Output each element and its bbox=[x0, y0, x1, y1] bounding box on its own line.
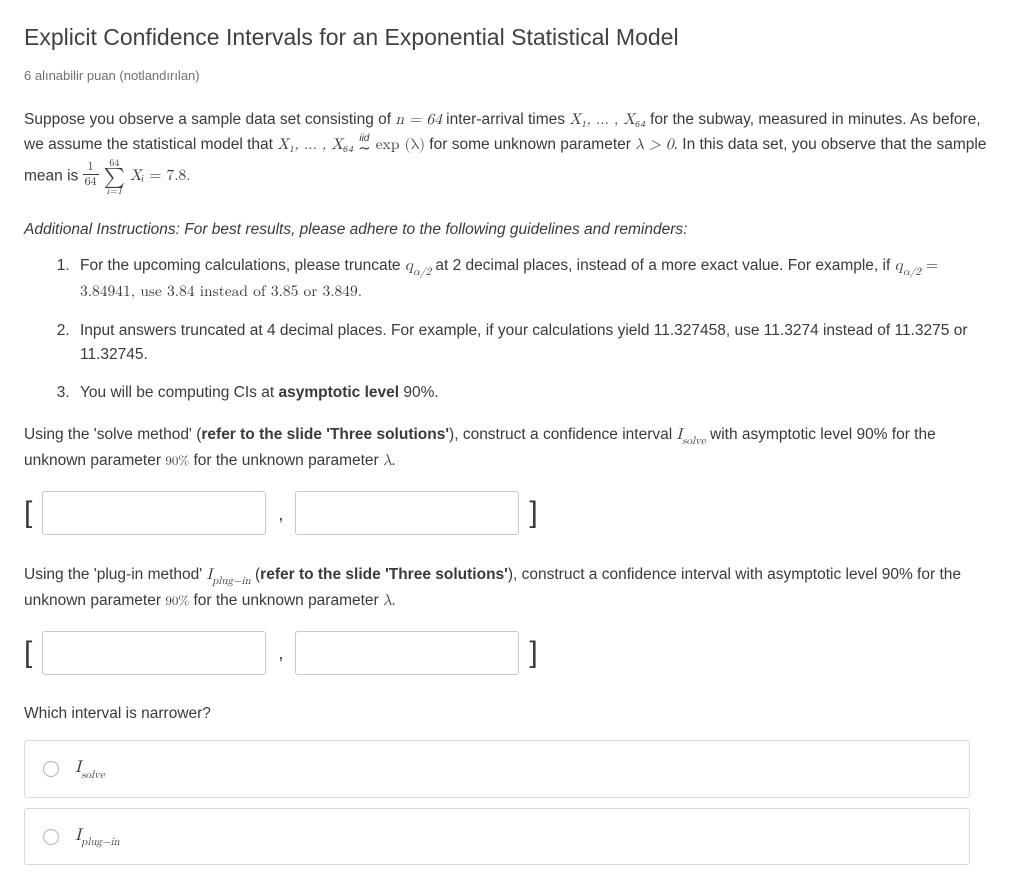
problem-statement: Suppose you observe a sample data set co… bbox=[24, 108, 991, 474]
radio-option-plugin[interactable]: Iplug−in bbox=[24, 808, 970, 865]
radio-option-solve[interactable]: Isolve bbox=[24, 740, 970, 797]
page-title: Explicit Confidence Intervals for an Exp… bbox=[24, 20, 991, 56]
radio-plugin-input[interactable] bbox=[43, 829, 59, 845]
math-lambda-cond: λ > 0 bbox=[635, 138, 673, 153]
plugin-interval-row: [ , ] bbox=[24, 630, 991, 677]
text: Suppose you observe a sample data set co… bbox=[24, 111, 395, 128]
instruction-1: For the upcoming calculations, please tr… bbox=[74, 254, 991, 305]
solve-lower-input[interactable] bbox=[42, 491, 266, 535]
radio-solve-label: Isolve bbox=[75, 755, 105, 782]
plugin-upper-input[interactable] bbox=[295, 631, 519, 675]
math-sample-mean: 164 64∑i=1 Xᵢ = 7.8. bbox=[83, 169, 191, 184]
comma: , bbox=[276, 501, 285, 537]
instructions-heading: Additional Instructions: For best result… bbox=[24, 218, 991, 242]
left-bracket: [ bbox=[24, 490, 32, 537]
math-xrange-2: X₁, … , X₆₄ bbox=[277, 138, 353, 153]
instruction-2: Input answers truncated at 4 decimal pla… bbox=[74, 319, 991, 367]
points-available: 6 alınabilir puan (notlandırılan) bbox=[24, 66, 991, 86]
text: inter-arrival times bbox=[442, 111, 569, 128]
instruction-3: You will be computing CIs at asymptotic … bbox=[74, 381, 991, 405]
text: for some unknown parameter bbox=[425, 136, 635, 153]
radio-solve-input[interactable] bbox=[43, 761, 59, 777]
math-xrange: X₁, … , X₆₄ bbox=[569, 113, 645, 128]
plugin-lower-input[interactable] bbox=[42, 631, 266, 675]
math-distr: exp (λ) bbox=[371, 138, 425, 153]
iid-symbol: iid∼ bbox=[358, 134, 371, 155]
plugin-method-prompt: Using the 'plug-in method' Iplug−in (ref… bbox=[24, 563, 991, 614]
right-bracket: ] bbox=[529, 630, 537, 677]
instructions-list: For the upcoming calculations, please tr… bbox=[24, 254, 991, 405]
narrower-question: Which interval is narrower? bbox=[24, 702, 991, 726]
math-n: n = 64 bbox=[395, 113, 441, 128]
solve-interval-row: [ , ] bbox=[24, 490, 991, 537]
comma: , bbox=[276, 640, 285, 676]
left-bracket: [ bbox=[24, 630, 32, 677]
solve-method-prompt: Using the 'solve method' (refer to the s… bbox=[24, 423, 991, 474]
radio-plugin-label: Iplug−in bbox=[75, 823, 120, 850]
right-bracket: ] bbox=[529, 490, 537, 537]
solve-upper-input[interactable] bbox=[295, 491, 519, 535]
